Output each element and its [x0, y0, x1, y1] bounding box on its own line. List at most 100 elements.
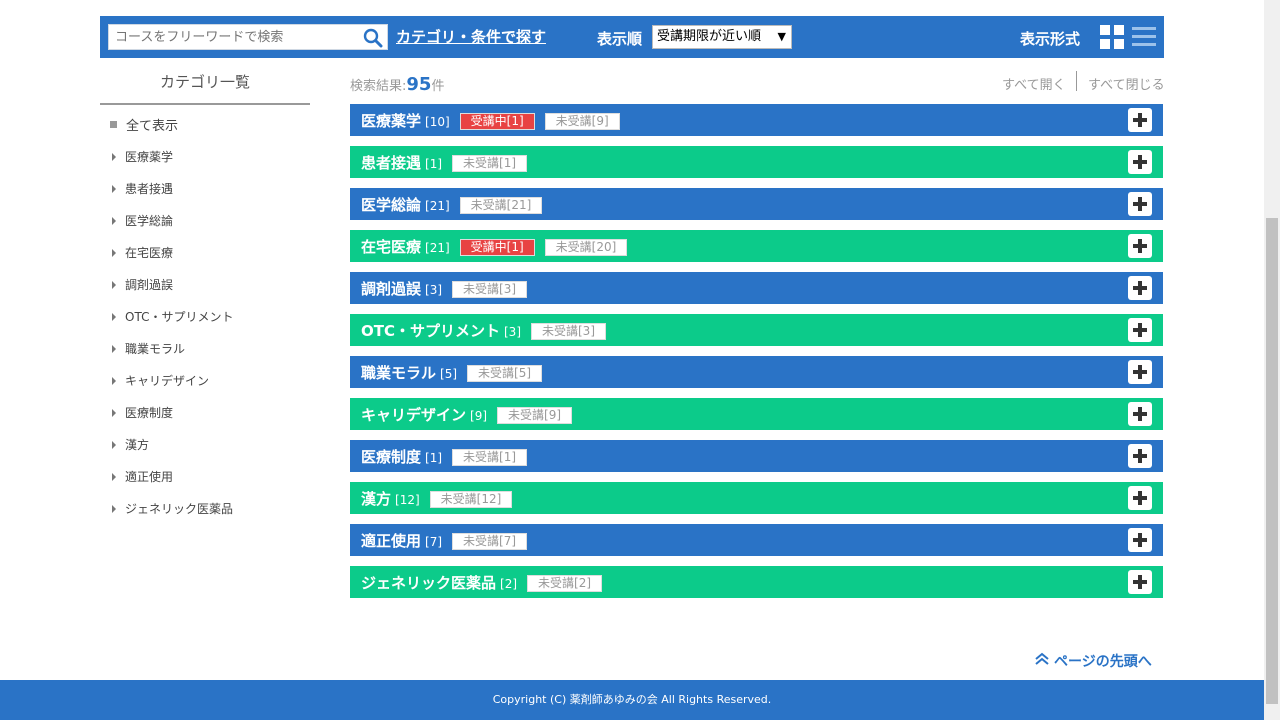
category-row[interactable]: キャリデザイン [9] 未受講[9] [350, 398, 1163, 430]
category-count: [10] [425, 115, 450, 129]
sort-select[interactable]: 受講期限が近い順 ▼ [652, 25, 792, 49]
triangle-right-icon [112, 441, 116, 449]
plus-icon[interactable] [1128, 528, 1152, 552]
category-title: 患者接遇 [1] 未受講[1] [361, 152, 528, 173]
back-to-top-link[interactable]: ページの先頭へ [1032, 651, 1152, 671]
category-search-link[interactable]: カテゴリ・条件で探す [396, 26, 546, 47]
sidebar-item[interactable]: 職業モラル [112, 340, 185, 357]
result-count-label: 検索結果: [350, 79, 407, 94]
collapse-all-link[interactable]: すべて閉じる [1088, 74, 1165, 93]
category-title: キャリデザイン [9] 未受講[9] [361, 404, 573, 425]
triangle-right-icon [112, 505, 116, 513]
sidebar-item[interactable]: 医療薬学 [112, 148, 173, 165]
sidebar-item[interactable]: 医学総論 [112, 212, 173, 229]
category-row[interactable]: 在宅医療 [21] 受講中[1] 未受講[20] [350, 230, 1163, 262]
sidebar-item[interactable]: 在宅医療 [112, 244, 173, 261]
category-count: [1] [425, 451, 443, 465]
sidebar-item[interactable]: 調剤過誤 [112, 276, 173, 293]
back-to-top-label: ページの先頭へ [1054, 654, 1152, 670]
sidebar-item-all[interactable]: 全て表示 [110, 115, 178, 134]
category-row[interactable]: 適正使用 [7] 未受講[7] [350, 524, 1163, 556]
category-row[interactable]: 患者接遇 [1] 未受講[1] [350, 146, 1163, 178]
plus-icon[interactable] [1128, 486, 1152, 510]
sidebar-item[interactable]: 医療制度 [112, 404, 173, 421]
sort-selected-value: 受講期限が近い順 [657, 29, 762, 44]
plus-icon[interactable] [1128, 234, 1152, 258]
category-count: [21] [425, 199, 450, 213]
plus-icon[interactable] [1128, 318, 1152, 342]
category-title: 医学総論 [21] 未受講[21] [361, 194, 543, 215]
result-count-value: 95 [406, 74, 432, 95]
sidebar-item-label: 職業モラル [125, 342, 186, 356]
category-count: [3] [425, 283, 443, 297]
category-name: 職業モラル [361, 364, 437, 382]
category-name: 医療薬学 [361, 112, 422, 130]
not-started-badge: 未受講[21] [459, 197, 543, 214]
plus-icon[interactable] [1128, 570, 1152, 594]
category-name: 患者接遇 [361, 154, 422, 172]
scrollbar-thumb[interactable] [1266, 218, 1278, 704]
category-name: OTC・サプリメント [361, 322, 500, 340]
triangle-right-icon [112, 281, 116, 289]
plus-icon[interactable] [1128, 360, 1152, 384]
not-started-badge: 未受講[1] [452, 155, 528, 172]
category-row[interactable]: 医療制度 [1] 未受講[1] [350, 440, 1163, 472]
search-input[interactable] [109, 25, 359, 49]
sidebar-item[interactable]: ジェネリック医薬品 [112, 500, 233, 517]
category-row[interactable]: 医学総論 [21] 未受講[21] [350, 188, 1163, 220]
expand-all-link[interactable]: すべて開く [1002, 74, 1066, 93]
sidebar-item-label: 在宅医療 [125, 246, 174, 260]
category-row[interactable]: 職業モラル [5] 未受講[5] [350, 356, 1163, 388]
vertical-scrollbar[interactable] [1264, 0, 1280, 720]
triangle-right-icon [112, 313, 116, 321]
not-started-badge: 未受講[1] [452, 449, 528, 466]
category-name: 医療制度 [361, 448, 422, 466]
sidebar-item-label: 医学総論 [125, 214, 174, 228]
category-title: 漢方 [12] 未受講[12] [361, 488, 513, 509]
grid-view-icon[interactable] [1100, 25, 1124, 49]
category-title: 医療制度 [1] 未受講[1] [361, 446, 528, 467]
plus-icon[interactable] [1128, 150, 1152, 174]
category-count: [3] [504, 325, 521, 339]
footer: Copyright (C) 薬剤師あゆみの会 All Rights Reserv… [0, 680, 1264, 720]
sidebar-item[interactable]: キャリデザイン [112, 372, 209, 389]
search-icon[interactable] [363, 28, 383, 48]
not-started-badge: 未受講[3] [452, 281, 528, 298]
sidebar-item[interactable]: 漢方 [112, 436, 149, 453]
triangle-right-icon [112, 153, 116, 161]
sidebar-item-label: 全て表示 [126, 119, 179, 134]
triangle-right-icon [112, 473, 116, 481]
page: カテゴリ・条件で探す 表示順 受講期限が近い順 ▼ 表示形式 カテゴリ一覧 全て… [0, 0, 1280, 720]
sidebar-item-label: ジェネリック医薬品 [125, 502, 234, 516]
sidebar-item[interactable]: 適正使用 [112, 468, 173, 485]
plus-icon[interactable] [1128, 444, 1152, 468]
sidebar-item-label: 医療薬学 [125, 150, 174, 164]
category-row[interactable]: ジェネリック医薬品 [2] 未受講[2] [350, 566, 1163, 598]
category-count: [7] [425, 535, 443, 549]
plus-icon[interactable] [1128, 402, 1152, 426]
category-row[interactable]: 医療薬学 [10] 受講中[1] 未受講[9] [350, 104, 1163, 136]
sidebar-item-label: 患者接遇 [125, 182, 174, 196]
not-started-badge: 未受講[7] [452, 533, 528, 550]
view-format-label: 表示形式 [1020, 30, 1081, 48]
sort-label: 表示順 [597, 30, 643, 48]
category-name: 在宅医療 [361, 238, 422, 256]
category-row[interactable]: 調剤過誤 [3] 未受講[3] [350, 272, 1163, 304]
plus-icon[interactable] [1128, 108, 1152, 132]
list-view-icon[interactable] [1132, 25, 1156, 49]
category-name: キャリデザイン [361, 406, 467, 424]
not-started-badge: 未受講[3] [531, 323, 606, 340]
sidebar-item[interactable]: 患者接遇 [112, 180, 173, 197]
sidebar-item[interactable]: OTC・サプリメント [112, 308, 233, 325]
plus-icon[interactable] [1128, 276, 1152, 300]
category-row[interactable]: OTC・サプリメント [3] 未受講[3] [350, 314, 1163, 346]
plus-icon[interactable] [1128, 192, 1152, 216]
category-count: [21] [425, 241, 450, 255]
category-name: 医学総論 [361, 196, 422, 214]
category-row[interactable]: 漢方 [12] 未受講[12] [350, 482, 1163, 514]
sidebar-item-label: 適正使用 [125, 470, 174, 484]
square-bullet-icon [110, 121, 117, 128]
divider [1076, 71, 1077, 91]
sidebar-item-label: キャリデザイン [125, 374, 210, 388]
category-count: [12] [395, 493, 420, 507]
